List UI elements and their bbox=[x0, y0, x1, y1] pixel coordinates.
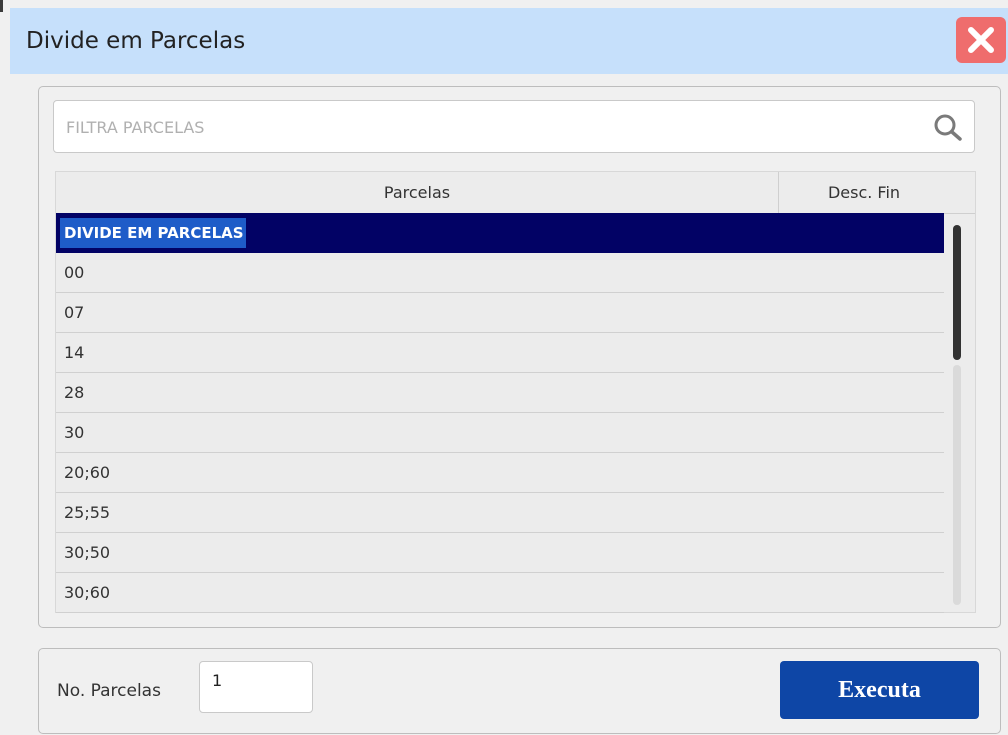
table-row[interactable]: 30;50 bbox=[56, 533, 944, 573]
row-parcelas-cell: 30;60 bbox=[64, 583, 111, 602]
search-input[interactable] bbox=[64, 101, 918, 154]
search-icon[interactable] bbox=[931, 112, 965, 142]
scrollbar-thumb[interactable] bbox=[953, 225, 961, 360]
row-parcelas-cell: 30;50 bbox=[64, 543, 111, 562]
parcelas-table: Parcelas Desc. Fin DIVIDE EM PARCELAS 00 0… bbox=[55, 171, 976, 613]
scrollbar-track[interactable] bbox=[953, 365, 961, 605]
row-parcelas-cell: 14 bbox=[64, 343, 85, 362]
title-bar: Divide em Parcelas bbox=[10, 8, 1008, 74]
parcelas-count-label: No. Parcelas bbox=[57, 681, 161, 701]
table-row[interactable]: 00 bbox=[56, 253, 944, 293]
close-button[interactable] bbox=[956, 17, 1006, 63]
table-row[interactable]: DIVIDE EM PARCELAS bbox=[56, 213, 944, 253]
scrollbar[interactable] bbox=[951, 213, 965, 609]
footer-panel: No. Parcelas Executa bbox=[38, 648, 1001, 734]
execute-button[interactable]: Executa bbox=[780, 661, 979, 719]
row-parcelas-cell: 00 bbox=[64, 263, 85, 282]
table-row[interactable]: 30 bbox=[56, 413, 944, 453]
table-row[interactable]: 20;60 bbox=[56, 453, 944, 493]
dialog-title: Divide em Parcelas bbox=[26, 28, 246, 54]
row-parcelas-cell: 20;60 bbox=[64, 463, 111, 482]
row-parcelas-cell: 30 bbox=[64, 423, 85, 442]
table-row[interactable]: 28 bbox=[56, 373, 944, 413]
parcelas-panel: Parcelas Desc. Fin DIVIDE EM PARCELAS 00 0… bbox=[38, 86, 1001, 628]
column-header-desc-fin[interactable]: Desc. Fin bbox=[779, 172, 949, 213]
column-header-parcelas[interactable]: Parcelas bbox=[56, 172, 779, 213]
parcelas-count-input[interactable] bbox=[199, 661, 313, 713]
row-parcelas-cell: 25;55 bbox=[64, 503, 111, 522]
close-icon bbox=[968, 27, 994, 53]
dialog-window: Divide em Parcelas Parcelas Desc. Fin DI… bbox=[0, 0, 1008, 735]
row-parcelas-cell: 28 bbox=[64, 383, 85, 402]
table-body: DIVIDE EM PARCELAS 00 07 14 28 30 20;60 25;55 30… bbox=[56, 213, 944, 613]
search-box bbox=[53, 100, 975, 154]
corner-mark bbox=[0, 0, 3, 12]
table-row[interactable]: 07 bbox=[56, 293, 944, 333]
table-row[interactable]: 25;55 bbox=[56, 493, 944, 533]
table-header: Parcelas Desc. Fin bbox=[56, 172, 975, 214]
row-parcelas-cell: DIVIDE EM PARCELAS bbox=[60, 218, 246, 248]
table-row[interactable]: 14 bbox=[56, 333, 944, 373]
row-parcelas-cell: 07 bbox=[64, 303, 85, 322]
table-row[interactable]: 30;60 bbox=[56, 573, 944, 613]
